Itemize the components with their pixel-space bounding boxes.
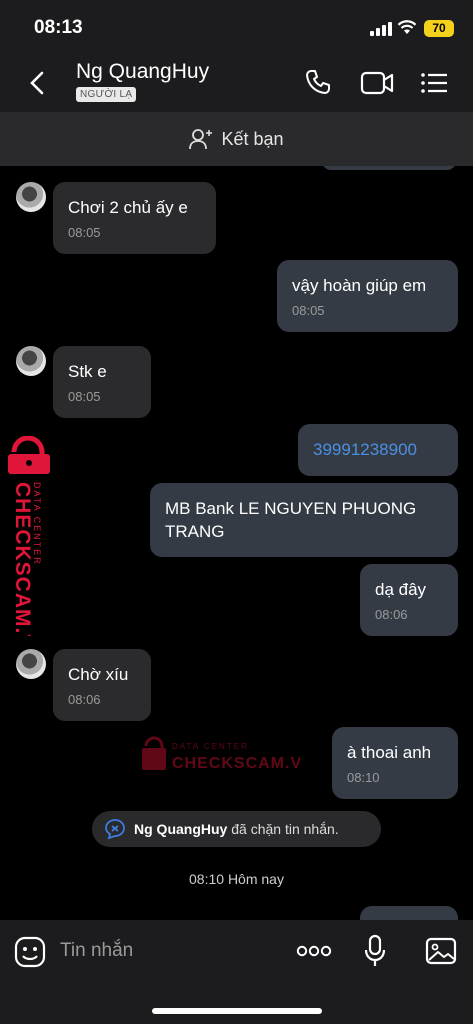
message-text: Chơi 2 chủ ấy e	[68, 198, 188, 217]
message-text: MB Bank LE NGUYEN PHUONG TRANG	[165, 499, 417, 541]
watermark-brand: CHECKSCAM.VN	[11, 482, 34, 636]
blocked-notice-name: Ng QuangHuy	[134, 821, 228, 837]
message-bubble-incoming[interactable]: Stk e 08:05	[53, 346, 151, 418]
add-friend-label: Kết bạn	[221, 128, 284, 149]
status-time: 08:13	[34, 17, 83, 38]
message-bubble-partial	[360, 906, 458, 920]
message-input[interactable]: Tin nhắn	[60, 940, 133, 962]
avatar[interactable]	[16, 182, 46, 212]
composer-bar: Tin nhắn	[0, 920, 473, 1024]
blocked-notice: Ng QuangHuy đã chặn tin nhắn.	[92, 811, 381, 847]
message-bubble-outgoing[interactable]: dạ đây 08:06	[360, 564, 458, 636]
watermark-brand: CHECKSCAM.VN	[172, 755, 300, 772]
message-list[interactable]: Chơi 2 chủ ấy e 08:05 vậy hoàn giúp em 0…	[0, 166, 473, 920]
stranger-badge: NGƯỜI LẠ	[76, 87, 137, 102]
message-bubble-outgoing[interactable]: MB Bank LE NGUYEN PHUONG TRANG	[150, 483, 458, 557]
sticker-icon[interactable]	[14, 936, 46, 968]
back-arrow-icon[interactable]	[26, 70, 48, 96]
avatar[interactable]	[16, 346, 46, 376]
message-time: 08:05	[68, 225, 101, 240]
message-bubble-outgoing[interactable]: vậy hoàn giúp em 08:05	[277, 260, 458, 332]
message-text: Chờ xíu	[68, 665, 129, 684]
message-text: dạ đây	[375, 580, 427, 599]
message-bubble-partial	[322, 166, 456, 170]
message-time: 08:06	[68, 692, 101, 707]
status-bar: 08:13 70	[0, 0, 473, 52]
contact-name[interactable]: Ng QuangHuy	[76, 60, 209, 84]
message-time: 08:10	[347, 770, 380, 785]
message-bubble-incoming[interactable]: Chơi 2 chủ ấy e 08:05	[53, 182, 216, 254]
message-bubble-outgoing[interactable]: à thoai anh 08:10	[332, 727, 458, 799]
home-indicator	[152, 1008, 322, 1014]
image-gallery-icon[interactable]	[425, 937, 457, 965]
add-user-icon	[189, 129, 213, 150]
wifi-icon	[397, 20, 417, 34]
message-text: Stk e	[68, 362, 107, 381]
message-time: 08:06	[375, 607, 408, 622]
message-text: vậy hoàn giúp em	[292, 276, 427, 295]
date-separator: 08:10 Hôm nay	[189, 871, 284, 887]
message-time: 08:05	[292, 303, 325, 318]
chat-blocked-icon	[105, 819, 125, 840]
watermark-caption: DATA CENTER	[172, 742, 249, 751]
microphone-icon[interactable]	[364, 934, 386, 968]
menu-list-icon[interactable]	[420, 72, 448, 94]
avatar[interactable]	[16, 649, 46, 679]
watermark-logo-small: DATA CENTER CHECKSCAM.VN	[142, 736, 300, 772]
blocked-notice-text: đã chặn tin nhắn.	[231, 821, 339, 837]
cellular-signal-icon	[370, 22, 392, 36]
phone-call-icon[interactable]	[304, 68, 332, 96]
chat-header: Ng QuangHuy NGƯỜI LẠ	[0, 52, 473, 112]
message-text: à thoai anh	[347, 743, 432, 762]
more-options-icon[interactable]	[296, 944, 332, 958]
account-number-link[interactable]: 39991238900	[313, 438, 443, 461]
add-friend-button[interactable]: Kết bạn	[0, 112, 473, 166]
video-call-icon[interactable]	[360, 70, 394, 96]
message-time: 08:05	[68, 389, 101, 404]
watermark-logo: CHECKSCAM.VN DATA CENTER	[8, 436, 50, 636]
watermark-caption: DATA CENTER	[32, 482, 42, 566]
message-bubble-outgoing[interactable]: 39991238900	[298, 424, 458, 476]
message-bubble-incoming[interactable]: Chờ xíu 08:06	[53, 649, 151, 721]
battery-icon: 70	[424, 20, 454, 37]
